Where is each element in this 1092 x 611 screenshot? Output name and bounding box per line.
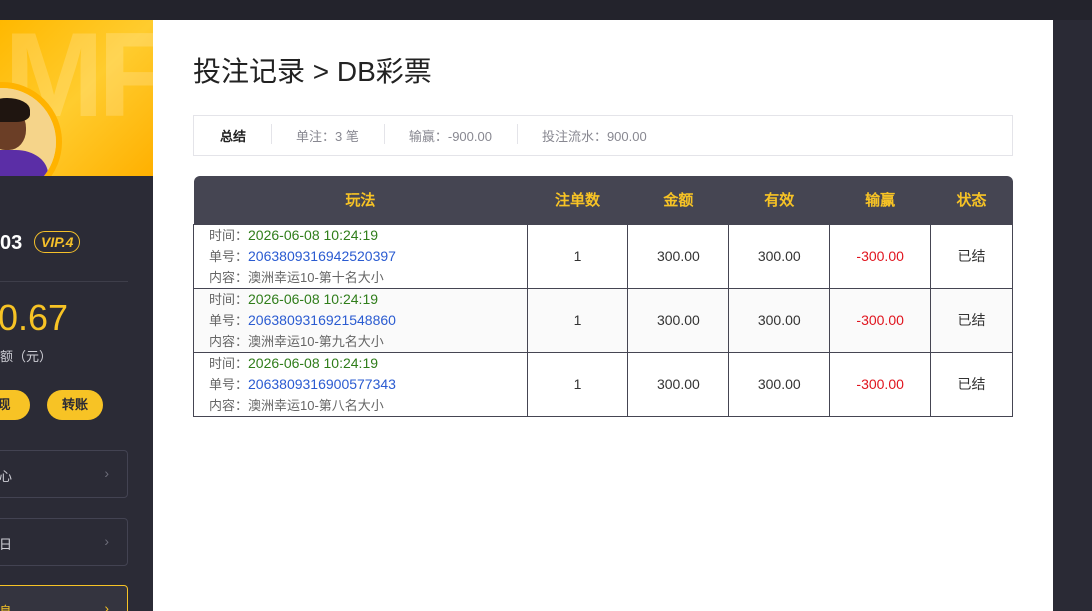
col-header-status: 状态 — [930, 176, 1013, 224]
divider — [0, 281, 128, 282]
sidebar-item-label: 息 — [0, 601, 12, 611]
chevron-right-icon: › — [104, 465, 109, 481]
cell-count: 1 — [526, 223, 629, 289]
cell-profit: -300.00 — [829, 223, 932, 289]
cell-status: 已结 — [930, 223, 1013, 289]
bet-content: 澳洲幸运10-第八名大小 — [248, 397, 384, 413]
transfer-button[interactable]: 转账 — [47, 390, 103, 420]
summary-bar: 总结 单注：3 笔 输赢：-900.00 投注流水：900.00 — [193, 115, 1013, 156]
order-number: 2063809316921548860 — [248, 311, 396, 328]
table-header-row: 玩法 注单数 金额 有效 输赢 状态 — [193, 176, 1013, 224]
order-number: 2063809316900577343 — [248, 375, 396, 392]
cell-valid: 300.00 — [728, 223, 831, 289]
top-bar — [0, 0, 1092, 20]
main-panel: 投注记录 > DB彩票 总结 单注：3 笔 输赢：-900.00 投注流水：90… — [153, 20, 1053, 611]
vip-badge: VIP.4 — [34, 231, 81, 253]
bet-content: 澳洲幸运10-第九名大小 — [248, 333, 384, 349]
bet-records-table: 玩法 注单数 金额 有效 输赢 状态 时间：2026-06-08 10:24:1… — [193, 176, 1013, 417]
cell-count: 1 — [526, 287, 629, 353]
col-header-valid: 有效 — [728, 176, 830, 224]
cell-amount: 300.00 — [627, 351, 730, 417]
col-header-count: 注单数 — [527, 176, 628, 224]
order-number: 2063809316942520397 — [248, 247, 396, 264]
withdraw-button[interactable]: 现 — [0, 390, 30, 420]
sidebar-item-2[interactable]: 日 › — [0, 518, 128, 566]
summary-orders: 单注：3 笔 — [271, 124, 384, 145]
bet-time: 2026-06-08 10:24:19 — [248, 290, 379, 307]
sidebar-item-1[interactable]: 心 › — [0, 450, 128, 498]
sidebar-item-label: 日 — [0, 537, 13, 552]
chevron-right-icon: › — [104, 600, 109, 611]
cell-status: 已结 — [930, 351, 1013, 417]
bet-time: 2026-06-08 10:24:19 — [248, 226, 379, 243]
bet-time: 2026-06-08 10:24:19 — [248, 354, 379, 371]
table-row[interactable]: 时间：2026-06-08 10:24:19 单号：20638093169425… — [193, 223, 1013, 289]
cell-count: 1 — [526, 351, 629, 417]
balance-amount: 0.67 — [0, 297, 69, 338]
username: 03 — [0, 232, 23, 254]
col-header-profit: 输赢 — [829, 176, 931, 224]
balance-label: 额（元） — [0, 349, 53, 364]
col-header-play: 玩法 — [193, 176, 528, 224]
cell-profit: -300.00 — [829, 287, 932, 353]
sidebar: MF 03 VIP.4 0.67 额（元） 现 转账 心 › 日 › 息 › — [0, 20, 153, 611]
cell-status: 已结 — [930, 287, 1013, 353]
sidebar-item-label: 心 — [0, 469, 13, 484]
cell-profit: -300.00 — [829, 351, 932, 417]
cell-valid: 300.00 — [728, 287, 831, 353]
bet-content: 澳洲幸运10-第十名大小 — [248, 269, 384, 285]
summary-label: 总结 — [220, 129, 247, 144]
summary-profit: 输赢：-900.00 — [383, 124, 517, 145]
summary-turnover: 投注流水：900.00 — [516, 124, 672, 145]
cell-amount: 300.00 — [627, 287, 730, 353]
col-header-amount: 金额 — [627, 176, 729, 224]
sidebar-item-3-active[interactable]: 息 › — [0, 585, 128, 611]
row-detail: 时间：2026-06-08 10:24:19 单号：20638093169215… — [193, 287, 528, 353]
table-row[interactable]: 时间：2026-06-08 10:24:19 单号：20638093169215… — [193, 287, 1013, 353]
right-gutter — [1053, 20, 1092, 611]
table-row[interactable]: 时间：2026-06-08 10:24:19 单号：20638093169005… — [193, 351, 1013, 417]
chevron-right-icon: › — [104, 533, 109, 549]
row-detail: 时间：2026-06-08 10:24:19 单号：20638093169425… — [193, 223, 528, 289]
avatar[interactable] — [0, 82, 62, 176]
sidebar-hero: MF — [0, 20, 153, 176]
cell-valid: 300.00 — [728, 351, 831, 417]
page-title: 投注记录 > DB彩票 — [193, 56, 432, 87]
row-detail: 时间：2026-06-08 10:24:19 单号：20638093169005… — [193, 351, 528, 417]
cell-amount: 300.00 — [627, 223, 730, 289]
